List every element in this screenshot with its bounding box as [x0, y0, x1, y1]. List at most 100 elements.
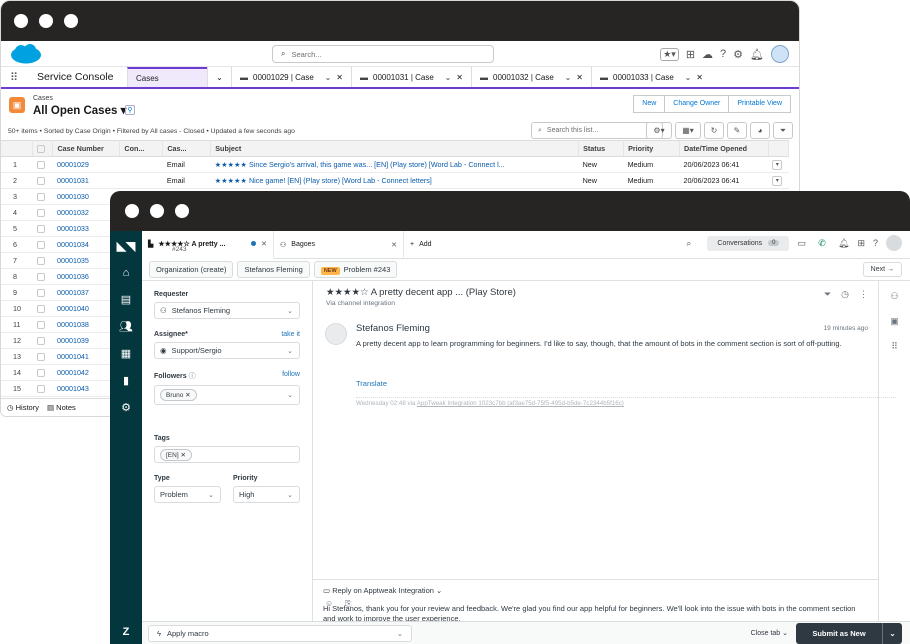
search-icon[interactable]: ⌕: [686, 238, 691, 249]
row-checkbox-cell[interactable]: [32, 316, 53, 333]
salesforce-logo-icon[interactable]: [9, 43, 43, 65]
take-it-link[interactable]: take it: [281, 331, 300, 338]
list-view-switcher[interactable]: All Open Cases ▾: [33, 103, 126, 117]
tab-bagoes[interactable]: ⚇ Bagoes ✕: [274, 230, 404, 259]
change-owner-button[interactable]: Change Owner: [665, 95, 730, 113]
favorites-star-icon[interactable]: ★▾: [660, 47, 679, 61]
row-checkbox-cell[interactable]: [32, 268, 53, 285]
list-settings-gear-icon[interactable]: ⚙▾: [646, 122, 672, 139]
row-checkbox-cell[interactable]: [32, 284, 53, 301]
zendesk-products-icon[interactable]: Z: [123, 626, 130, 638]
follow-link[interactable]: follow: [282, 371, 300, 381]
column-header-status[interactable]: Status: [578, 140, 625, 157]
row-checkbox-cell[interactable]: [32, 348, 53, 365]
subject-link[interactable]: ★★★★★ Since Sergio's arrival, this game …: [210, 156, 579, 173]
row-checkbox-cell[interactable]: [32, 300, 53, 317]
home-icon[interactable]: ⌂: [123, 267, 130, 279]
column-header-date-opened[interactable]: Date/Time Opened: [679, 140, 769, 157]
type-select[interactable]: Problem ⌄: [154, 486, 221, 503]
notes-utility[interactable]: ▤ Notes: [47, 403, 76, 412]
chevron-down-icon[interactable]: ⌄: [882, 623, 902, 644]
row-checkbox-cell[interactable]: [32, 204, 53, 221]
priority-select[interactable]: High ⌄: [233, 486, 300, 503]
row-checkbox-cell[interactable]: [32, 364, 53, 381]
tab-cases[interactable]: Cases: [127, 67, 207, 87]
tab-case-00001031[interactable]: ▬ 00001031 | Case ⌄ ✕: [351, 67, 471, 87]
filter-icon[interactable]: ⏷: [824, 289, 831, 300]
conversations-button[interactable]: Conversations 0: [707, 235, 790, 251]
row-checkbox[interactable]: [36, 305, 45, 314]
close-icon[interactable]: ✕: [261, 240, 267, 248]
global-search-input[interactable]: ⌕ Search...: [272, 45, 494, 63]
avatar[interactable]: [886, 235, 902, 251]
requester-field[interactable]: ⚇ Stefanos Fleming ⌄: [154, 302, 300, 319]
row-checkbox-cell[interactable]: [32, 220, 53, 237]
column-header-contact[interactable]: Con...: [119, 140, 164, 157]
row-checkbox[interactable]: [36, 273, 45, 282]
row-checkbox-cell[interactable]: [32, 172, 53, 189]
row-checkbox[interactable]: [36, 257, 45, 266]
tags-field[interactable]: [EN] ✕: [154, 446, 300, 463]
trailhead-icon[interactable]: ☁: [702, 48, 713, 61]
row-checkbox[interactable]: [36, 321, 45, 330]
row-checkbox[interactable]: [36, 209, 45, 218]
chevron-down-icon[interactable]: ⌄: [565, 73, 572, 82]
apps-grid-icon[interactable]: ⊞: [857, 238, 865, 249]
row-checkbox[interactable]: [36, 385, 45, 394]
crumb-organization[interactable]: Organization (create): [149, 261, 234, 278]
row-checkbox[interactable]: [36, 193, 45, 202]
crumb-ticket[interactable]: NEW Problem #243: [313, 261, 398, 278]
chevron-down-icon[interactable]: ⌄: [445, 73, 452, 82]
row-checkbox-cell[interactable]: [32, 236, 53, 253]
gear-icon[interactable]: ⚙: [733, 48, 743, 61]
tab-dropdown-chevron-icon[interactable]: ⌄: [207, 67, 231, 87]
column-header-priority[interactable]: Priority: [623, 140, 680, 157]
table-row[interactable]: 2 00001031 Email ★★★★★ Nice game! [EN] (Pla…: [1, 172, 789, 189]
crumb-user[interactable]: Stefanos Fleming: [237, 261, 310, 278]
close-tab-select[interactable]: Close tab ⌄: [751, 629, 788, 637]
column-header-subject[interactable]: Subject: [210, 140, 580, 157]
printable-view-button[interactable]: Printable View: [729, 95, 791, 113]
tab-case-00001029[interactable]: ▬ 00001029 | Case ⌄ ✕: [231, 67, 351, 87]
row-checkbox[interactable]: [36, 369, 45, 378]
reply-channel-selector[interactable]: ▭ Reply on Apptweak Integration ⌄: [323, 586, 442, 595]
organizations-icon[interactable]: ▦: [121, 347, 131, 360]
admin-gear-icon[interactable]: ⚙: [121, 401, 131, 414]
more-options-icon[interactable]: ⋮: [859, 289, 868, 300]
row-checkbox[interactable]: [36, 161, 45, 170]
add-icon[interactable]: ⊞: [686, 48, 695, 61]
new-button[interactable]: New: [633, 95, 666, 113]
row-action-chevron-icon[interactable]: ▾: [772, 159, 783, 170]
edit-pencil-icon[interactable]: ✎: [727, 122, 747, 139]
close-icon[interactable]: ✕: [696, 73, 703, 82]
tab-case-00001033[interactable]: ▬ 00001033 | Case ⌄ ✕: [591, 67, 711, 87]
reporting-icon[interactable]: ▮: [123, 374, 129, 387]
help-icon[interactable]: ?: [720, 48, 726, 60]
row-checkbox-cell[interactable]: [32, 380, 53, 397]
select-all-checkbox[interactable]: [37, 145, 46, 154]
phone-icon[interactable]: ✆: [814, 235, 830, 251]
chevron-down-icon[interactable]: ⌄: [325, 73, 332, 82]
list-search-input[interactable]: ⌕ Search this list...: [531, 122, 663, 139]
filter-icon[interactable]: ⏷: [773, 122, 793, 139]
knowledge-icon[interactable]: ▣: [890, 316, 899, 327]
row-checkbox[interactable]: [36, 353, 45, 362]
pin-icon[interactable]: ⚲: [125, 105, 135, 115]
close-icon[interactable]: ✕: [576, 73, 583, 82]
window-maximize-dot[interactable]: [64, 14, 78, 28]
submit-button[interactable]: Submit as New ⌄: [796, 623, 902, 644]
emoji-icon[interactable]: ☺: [325, 599, 333, 609]
history-icon[interactable]: ◷: [841, 289, 849, 300]
tab-ticket-243[interactable]: ▙ ★★★★☆ A pretty ... #243 ✕: [142, 230, 274, 259]
zendesk-logo-icon[interactable]: ◣◥: [117, 239, 135, 253]
help-icon[interactable]: ?: [873, 238, 878, 248]
followers-field[interactable]: Bruno ✕ ⌄: [154, 385, 300, 405]
bell-icon[interactable]: 🔔︎: [750, 48, 764, 61]
refresh-icon[interactable]: ↻: [704, 122, 724, 139]
bell-icon[interactable]: 🔔︎: [838, 238, 849, 249]
close-icon[interactable]: ✕: [391, 241, 397, 249]
row-checkbox-cell[interactable]: [32, 252, 53, 269]
row-checkbox[interactable]: [36, 225, 45, 234]
row-checkbox[interactable]: [36, 337, 45, 346]
apply-macro-select[interactable]: ϟ Apply macro ⌄: [148, 625, 412, 642]
